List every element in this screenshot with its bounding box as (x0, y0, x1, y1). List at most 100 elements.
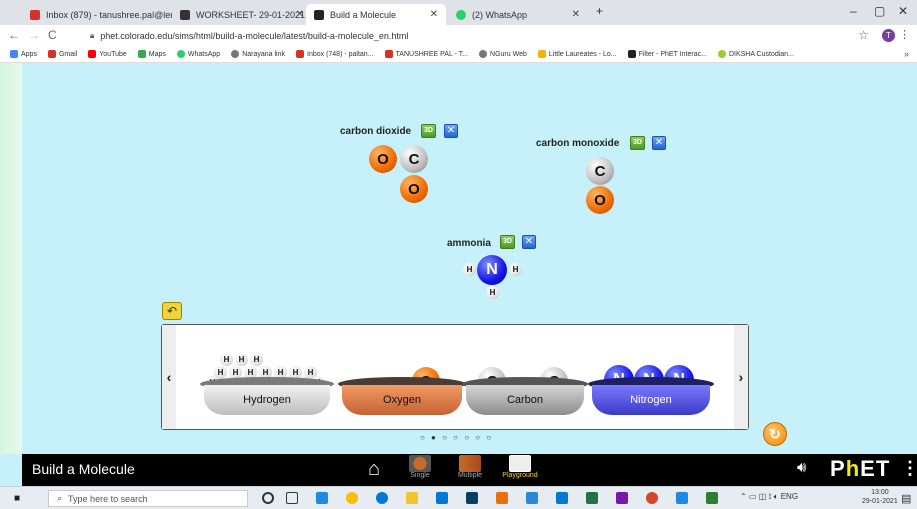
tab-whatsapp[interactable]: (2) WhatsApp ✕ (448, 4, 588, 25)
app-icon[interactable] (706, 492, 718, 504)
office-icon[interactable] (496, 492, 508, 504)
forward-button[interactable]: → (28, 28, 40, 42)
bookmark-apps[interactable]: Apps (10, 50, 37, 58)
oxygen-atom[interactable]: O (369, 145, 397, 173)
carbon-bucket[interactable]: Carbon (466, 385, 584, 415)
close-icon[interactable]: ✕ (296, 9, 304, 20)
nitrogen-atom[interactable]: N (477, 255, 507, 285)
view-3d-button[interactable]: 3D (500, 235, 515, 249)
mail-icon[interactable] (556, 492, 568, 504)
minimize-button[interactable]: – (850, 4, 857, 18)
bookmark-maps[interactable]: Maps (137, 50, 166, 58)
screen-button-single[interactable]: Single (400, 454, 440, 486)
tab-gmail[interactable]: Inbox (879) - tanushree.pal@lern... (22, 4, 172, 25)
close-icon[interactable]: ✕ (572, 9, 580, 20)
address-bar: ← → C 🔒︎ phet.colorado.edu/sims/html/bui… (0, 25, 917, 46)
tab-build-a-molecule[interactable]: Build a Molecule ✕ (306, 4, 446, 25)
sound-icon[interactable]: 🔊︎ (797, 459, 806, 476)
new-tab-button[interactable]: + (596, 4, 603, 18)
bookmark-narayana[interactable]: Narayana link (231, 50, 285, 58)
view-3d-button[interactable]: 3D (421, 124, 436, 138)
tab-label: (2) WhatsApp (472, 9, 528, 20)
apps-icon (10, 50, 18, 58)
bookmark-inbox[interactable]: Inbox (748) - paltan... (296, 50, 374, 58)
browser-menu-icon[interactable]: ⋮ (899, 28, 910, 41)
break-apart-button[interactable]: ✕ (444, 124, 458, 138)
view-3d-button[interactable]: 3D (630, 136, 645, 150)
close-icon[interactable]: ✕ (430, 9, 438, 20)
cortana-icon[interactable] (262, 492, 274, 504)
onenote-icon[interactable] (616, 492, 628, 504)
hydrogen-atom[interactable]: H (486, 286, 499, 299)
hydrogen-atom[interactable]: H (235, 353, 248, 366)
dropbox-icon[interactable] (466, 492, 478, 504)
maximize-button[interactable]: ▢ (874, 4, 885, 18)
taskbar-search-field[interactable]: ⌕ Type here to search (48, 490, 248, 507)
taskbar-clock[interactable]: 13:00 29-01-2021 (862, 488, 898, 506)
break-apart-button[interactable]: ✕ (522, 235, 536, 249)
bookmark-youtube[interactable]: YouTube (88, 50, 127, 58)
kit-page-indicator[interactable]: ○ ● ○ ○ ○ ○ ○ (420, 433, 493, 442)
next-kit-arrow[interactable]: › (734, 325, 748, 429)
app-icon[interactable] (316, 492, 328, 504)
hydrogen-atom[interactable]: H (463, 263, 476, 276)
app-icon[interactable] (676, 492, 688, 504)
break-apart-button[interactable]: ✕ (652, 136, 666, 150)
tab-worksheet[interactable]: WORKSHEET- 29-01-2021 ✕ (172, 4, 312, 25)
molecule-name-carbon-dioxide: carbon dioxide (340, 126, 412, 137)
bookmark-nguru[interactable]: NGuru Web (479, 50, 527, 58)
screen-button-multiple[interactable]: Multiple (450, 454, 490, 486)
hydrogen-bucket[interactable]: Hydrogen (204, 385, 330, 415)
outlook-icon[interactable] (526, 492, 538, 504)
oxygen-atom[interactable]: O (586, 186, 614, 214)
bookmark-phet-filter[interactable]: Filter - PhET Interac... (627, 50, 707, 58)
atom-kit-panel: ‹ › H H H H H H H H H H H H H H H H H H … (161, 324, 749, 430)
phet-logo[interactable]: PhET (830, 456, 890, 482)
windows-start-icon[interactable]: ■ (14, 493, 20, 504)
hydrogen-atom[interactable]: H (220, 353, 233, 366)
globe-icon (231, 50, 240, 58)
edge-icon[interactable] (376, 492, 388, 504)
notification-icon[interactable]: ▤ (901, 492, 911, 505)
bookmark-little-laureates[interactable]: Little Laureates - Lo... (537, 50, 617, 58)
home-icon[interactable]: ⌂ (368, 458, 380, 481)
phet-icon (627, 50, 636, 58)
oxygen-bucket[interactable]: Oxygen (342, 385, 462, 415)
more-bookmarks-icon[interactable]: » (904, 49, 909, 59)
globe-icon (479, 50, 488, 58)
hydrogen-atom[interactable]: H (250, 353, 263, 366)
nitrogen-bucket[interactable]: Nitrogen (592, 385, 710, 415)
chrome-icon[interactable] (346, 492, 358, 504)
file-explorer-icon[interactable] (406, 492, 418, 504)
bookmarks-bar: Apps Gmail YouTube Maps WhatsApp Narayan… (0, 46, 917, 63)
previous-kit-arrow[interactable]: ‹ (162, 325, 176, 429)
close-window-button[interactable]: ✕ (898, 4, 908, 18)
gmail-icon (296, 50, 304, 58)
store-icon[interactable] (436, 492, 448, 504)
hydrogen-atom[interactable]: H (509, 263, 522, 276)
page-left-margin (0, 63, 22, 454)
carbon-atom[interactable]: C (400, 145, 428, 173)
task-view-icon[interactable] (286, 492, 298, 504)
gmail-icon (47, 50, 56, 58)
undo-button[interactable]: ↶ (162, 302, 182, 320)
bookmark-gmail[interactable]: Gmail (47, 50, 77, 58)
oxygen-atom[interactable]: O (400, 175, 428, 203)
profile-avatar[interactable]: T (882, 29, 895, 42)
bookmark-whatsapp[interactable]: WhatsApp (176, 50, 220, 58)
powerpoint-icon[interactable] (646, 492, 658, 504)
bookmark-diksha[interactable]: DIKSHA Custodian... (717, 50, 794, 58)
phet-menu-icon[interactable]: ⋮ (901, 458, 917, 479)
system-tray[interactable]: ⌃ ▭ ◫ ⟟ 🔈︎ ENG (740, 492, 798, 502)
phet-navigation-bar: Build a Molecule ⌂ Single Multiple Playg… (22, 454, 917, 486)
bookmark-star-icon[interactable]: ☆ (858, 28, 869, 42)
carbon-atom[interactable]: C (586, 157, 614, 185)
url-field[interactable]: 🔒︎ phet.colorado.edu/sims/html/build-a-m… (90, 27, 850, 44)
excel-icon[interactable] (586, 492, 598, 504)
screen-label: Single (410, 472, 430, 479)
screen-button-playground[interactable]: Playground (500, 454, 540, 486)
reload-button[interactable]: C (48, 28, 57, 42)
bookmark-tanushree[interactable]: TANUSHREE PAL - T... (384, 50, 468, 58)
back-button[interactable]: ← (8, 28, 20, 42)
reset-all-button[interactable]: ↻ (763, 422, 787, 446)
